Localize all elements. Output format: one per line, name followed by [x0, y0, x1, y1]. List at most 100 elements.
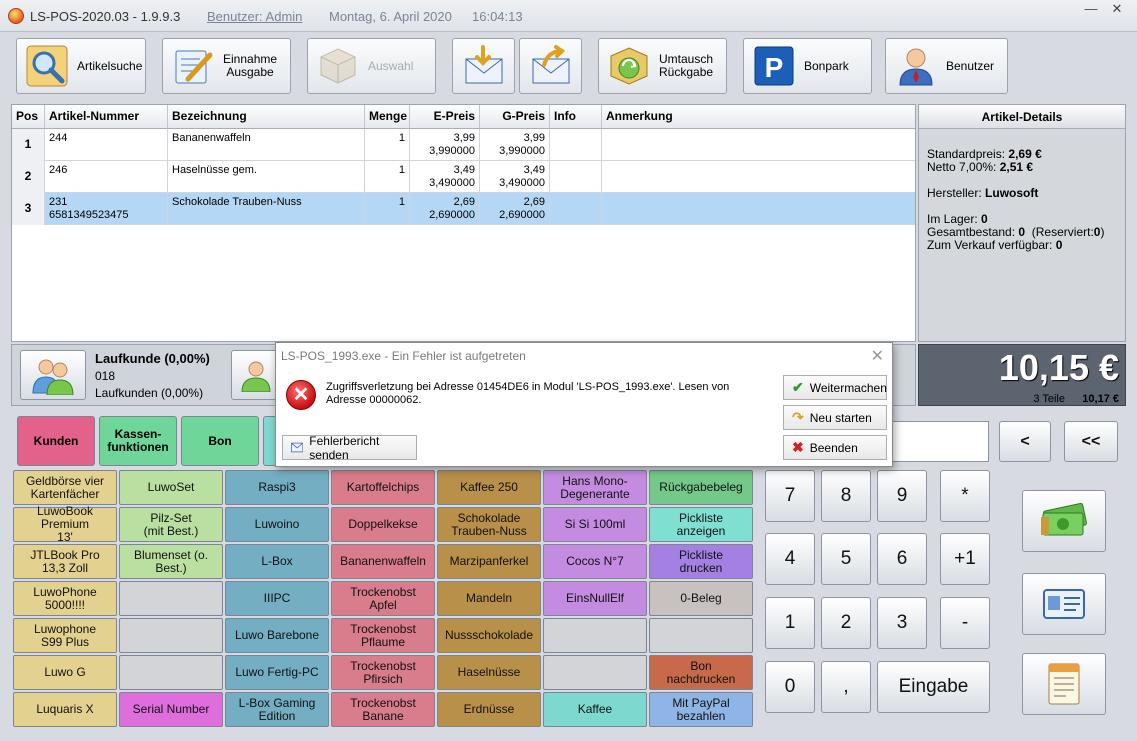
key-multiply[interactable]: *: [940, 470, 990, 522]
key-3[interactable]: 3: [877, 597, 927, 649]
product-button[interactable]: Blumenset (o. Best.): [119, 544, 223, 579]
product-button[interactable]: EinsNullElf: [543, 581, 647, 616]
product-button[interactable]: Kaffee: [543, 692, 647, 727]
product-button[interactable]: Serial Number: [119, 692, 223, 727]
product-button[interactable]: Mit PayPal bezahlen: [649, 692, 753, 727]
product-button[interactable]: [119, 618, 223, 653]
minimize-button[interactable]: —: [1078, 0, 1104, 18]
product-button[interactable]: [543, 618, 647, 653]
product-button[interactable]: Luwophone S99 Plus: [13, 618, 117, 653]
col-header-pos[interactable]: Pos: [12, 105, 45, 129]
product-button[interactable]: Nussschokolade: [437, 618, 541, 653]
invoice-button[interactable]: [1022, 653, 1106, 715]
product-button[interactable]: Rückgabebeleg: [649, 470, 753, 505]
product-button[interactable]: Bananenwaffeln: [331, 544, 435, 579]
product-button[interactable]: Trockenobst Pfirsich: [331, 655, 435, 690]
close-window-button[interactable]: ✕: [1104, 0, 1130, 18]
key-4[interactable]: 4: [765, 533, 815, 585]
key-9[interactable]: 9: [877, 470, 927, 522]
key-plus-one[interactable]: +1: [940, 533, 990, 585]
mail-out-button[interactable]: [519, 38, 582, 94]
table-row[interactable]: 1 244 Bananenwaffeln 1 3,99 3,990000 3,99…: [12, 129, 915, 161]
table-row[interactable]: 2 246 Haselnüsse gem. 1 3,49 3,490000 3,4…: [12, 161, 915, 193]
table-row-selected[interactable]: 3 231 6581349523475 Schokolade Trauben-Nu…: [12, 193, 915, 225]
bonpark-button[interactable]: P Bonpark: [743, 38, 872, 94]
product-button[interactable]: 0-Beleg: [649, 581, 753, 616]
col-header-anmerkung[interactable]: Anmerkung: [602, 105, 915, 129]
product-button[interactable]: Geldbörse vier Kartenfächer: [13, 470, 117, 505]
product-button[interactable]: LuwoBook Premium 13': [13, 505, 117, 544]
col-header-info[interactable]: Info: [550, 105, 602, 129]
product-button[interactable]: Trockenobst Banane: [331, 692, 435, 727]
product-button[interactable]: Kartoffelchips: [331, 470, 435, 505]
restart-button[interactable]: ↷ Neu starten: [783, 405, 887, 430]
continue-button[interactable]: ✔ Weitermachen: [783, 375, 887, 400]
product-button[interactable]: Marzipanferkel: [437, 544, 541, 579]
product-button[interactable]: Pilz-Set (mit Best.): [119, 507, 223, 542]
product-button[interactable]: Luwo G: [13, 655, 117, 690]
auswahl-button[interactable]: Auswahl: [307, 38, 436, 94]
enter-button[interactable]: Eingabe: [877, 661, 990, 713]
product-button[interactable]: JTLBook Pro 13,3 Zoll: [13, 544, 117, 579]
col-header-menge[interactable]: Menge: [365, 105, 410, 129]
current-user-link[interactable]: Benutzer: Admin: [207, 9, 302, 24]
product-button[interactable]: LuwoPhone 5000!!!!: [13, 581, 117, 616]
pay-cash-button[interactable]: [1022, 490, 1106, 552]
quit-button[interactable]: ✖ Beenden: [783, 435, 887, 460]
product-button[interactable]: Luwoino: [225, 507, 329, 542]
key-comma[interactable]: ,: [821, 661, 871, 713]
key-0[interactable]: 0: [765, 661, 815, 713]
key-7[interactable]: 7: [765, 470, 815, 522]
mail-in-button[interactable]: [452, 38, 515, 94]
key-6[interactable]: 6: [877, 533, 927, 585]
product-button[interactable]: Luwo Barebone: [225, 618, 329, 653]
product-button[interactable]: Luquaris X: [13, 692, 117, 727]
product-button[interactable]: Trockenobst Pflaume: [331, 618, 435, 653]
clear-all-button[interactable]: <<: [1064, 421, 1118, 462]
product-button[interactable]: Cocos N°7: [543, 544, 647, 579]
product-button[interactable]: [543, 655, 647, 690]
backspace-button[interactable]: <: [999, 421, 1051, 462]
key-5[interactable]: 5: [821, 533, 871, 585]
article-table[interactable]: Pos Artikel-Nummer Bezeichnung Menge E-P…: [11, 104, 916, 342]
product-button[interactable]: Luwo Fertig-PC: [225, 655, 329, 690]
umtausch-rueckgabe-button[interactable]: Umtausch Rückgabe: [598, 38, 727, 94]
dialog-close-button[interactable]: ✕: [871, 346, 884, 366]
send-report-button[interactable]: Fehlerbericht senden: [282, 434, 417, 462]
product-button[interactable]: L-Box Gaming Edition: [225, 692, 329, 727]
product-button[interactable]: Mandeln: [437, 581, 541, 616]
product-button[interactable]: [119, 655, 223, 690]
artikelsuche-button[interactable]: Artikelsuche: [16, 38, 146, 94]
product-button[interactable]: Kaffee 250: [437, 470, 541, 505]
col-header-artikelnummer[interactable]: Artikel-Nummer: [45, 105, 168, 129]
product-button[interactable]: Haselnüsse: [437, 655, 541, 690]
product-button[interactable]: Si Si 100ml: [543, 507, 647, 542]
key-minus[interactable]: -: [940, 597, 990, 649]
customer-select-button[interactable]: [20, 350, 86, 400]
product-button[interactable]: LuwoSet: [119, 470, 223, 505]
amount-input[interactable]: [891, 421, 989, 462]
key-1[interactable]: 1: [765, 597, 815, 649]
key-8[interactable]: 8: [821, 470, 871, 522]
product-button[interactable]: Hans Mono- Degenerante: [543, 470, 647, 505]
product-button[interactable]: Pickliste drucken: [649, 544, 753, 579]
product-button[interactable]: Trockenobst Apfel: [331, 581, 435, 616]
col-header-epreis[interactable]: E-Preis: [410, 105, 480, 129]
category-bon-button[interactable]: Bon: [181, 416, 259, 466]
product-button[interactable]: Erdnüsse: [437, 692, 541, 727]
product-button[interactable]: Pickliste anzeigen: [649, 507, 753, 542]
product-button[interactable]: [119, 581, 223, 616]
product-button[interactable]: L-Box: [225, 544, 329, 579]
product-button[interactable]: Raspi3: [225, 470, 329, 505]
product-button[interactable]: IIIPC: [225, 581, 329, 616]
category-kunden-button[interactable]: Kunden: [17, 416, 95, 466]
product-button[interactable]: Schokolade Trauben-Nuss: [437, 507, 541, 542]
category-kassenfunktionen-button[interactable]: Kassen-funktionen: [99, 416, 177, 466]
einnahme-ausgabe-button[interactable]: Einnahme Ausgabe: [162, 38, 291, 94]
pay-card-button[interactable]: [1022, 573, 1106, 635]
product-button[interactable]: [649, 618, 753, 653]
product-button[interactable]: Doppelkekse: [331, 507, 435, 542]
col-header-gpreis[interactable]: G-Preis: [480, 105, 550, 129]
benutzer-button[interactable]: Benutzer: [885, 38, 1008, 94]
col-header-bezeichnung[interactable]: Bezeichnung: [168, 105, 365, 129]
